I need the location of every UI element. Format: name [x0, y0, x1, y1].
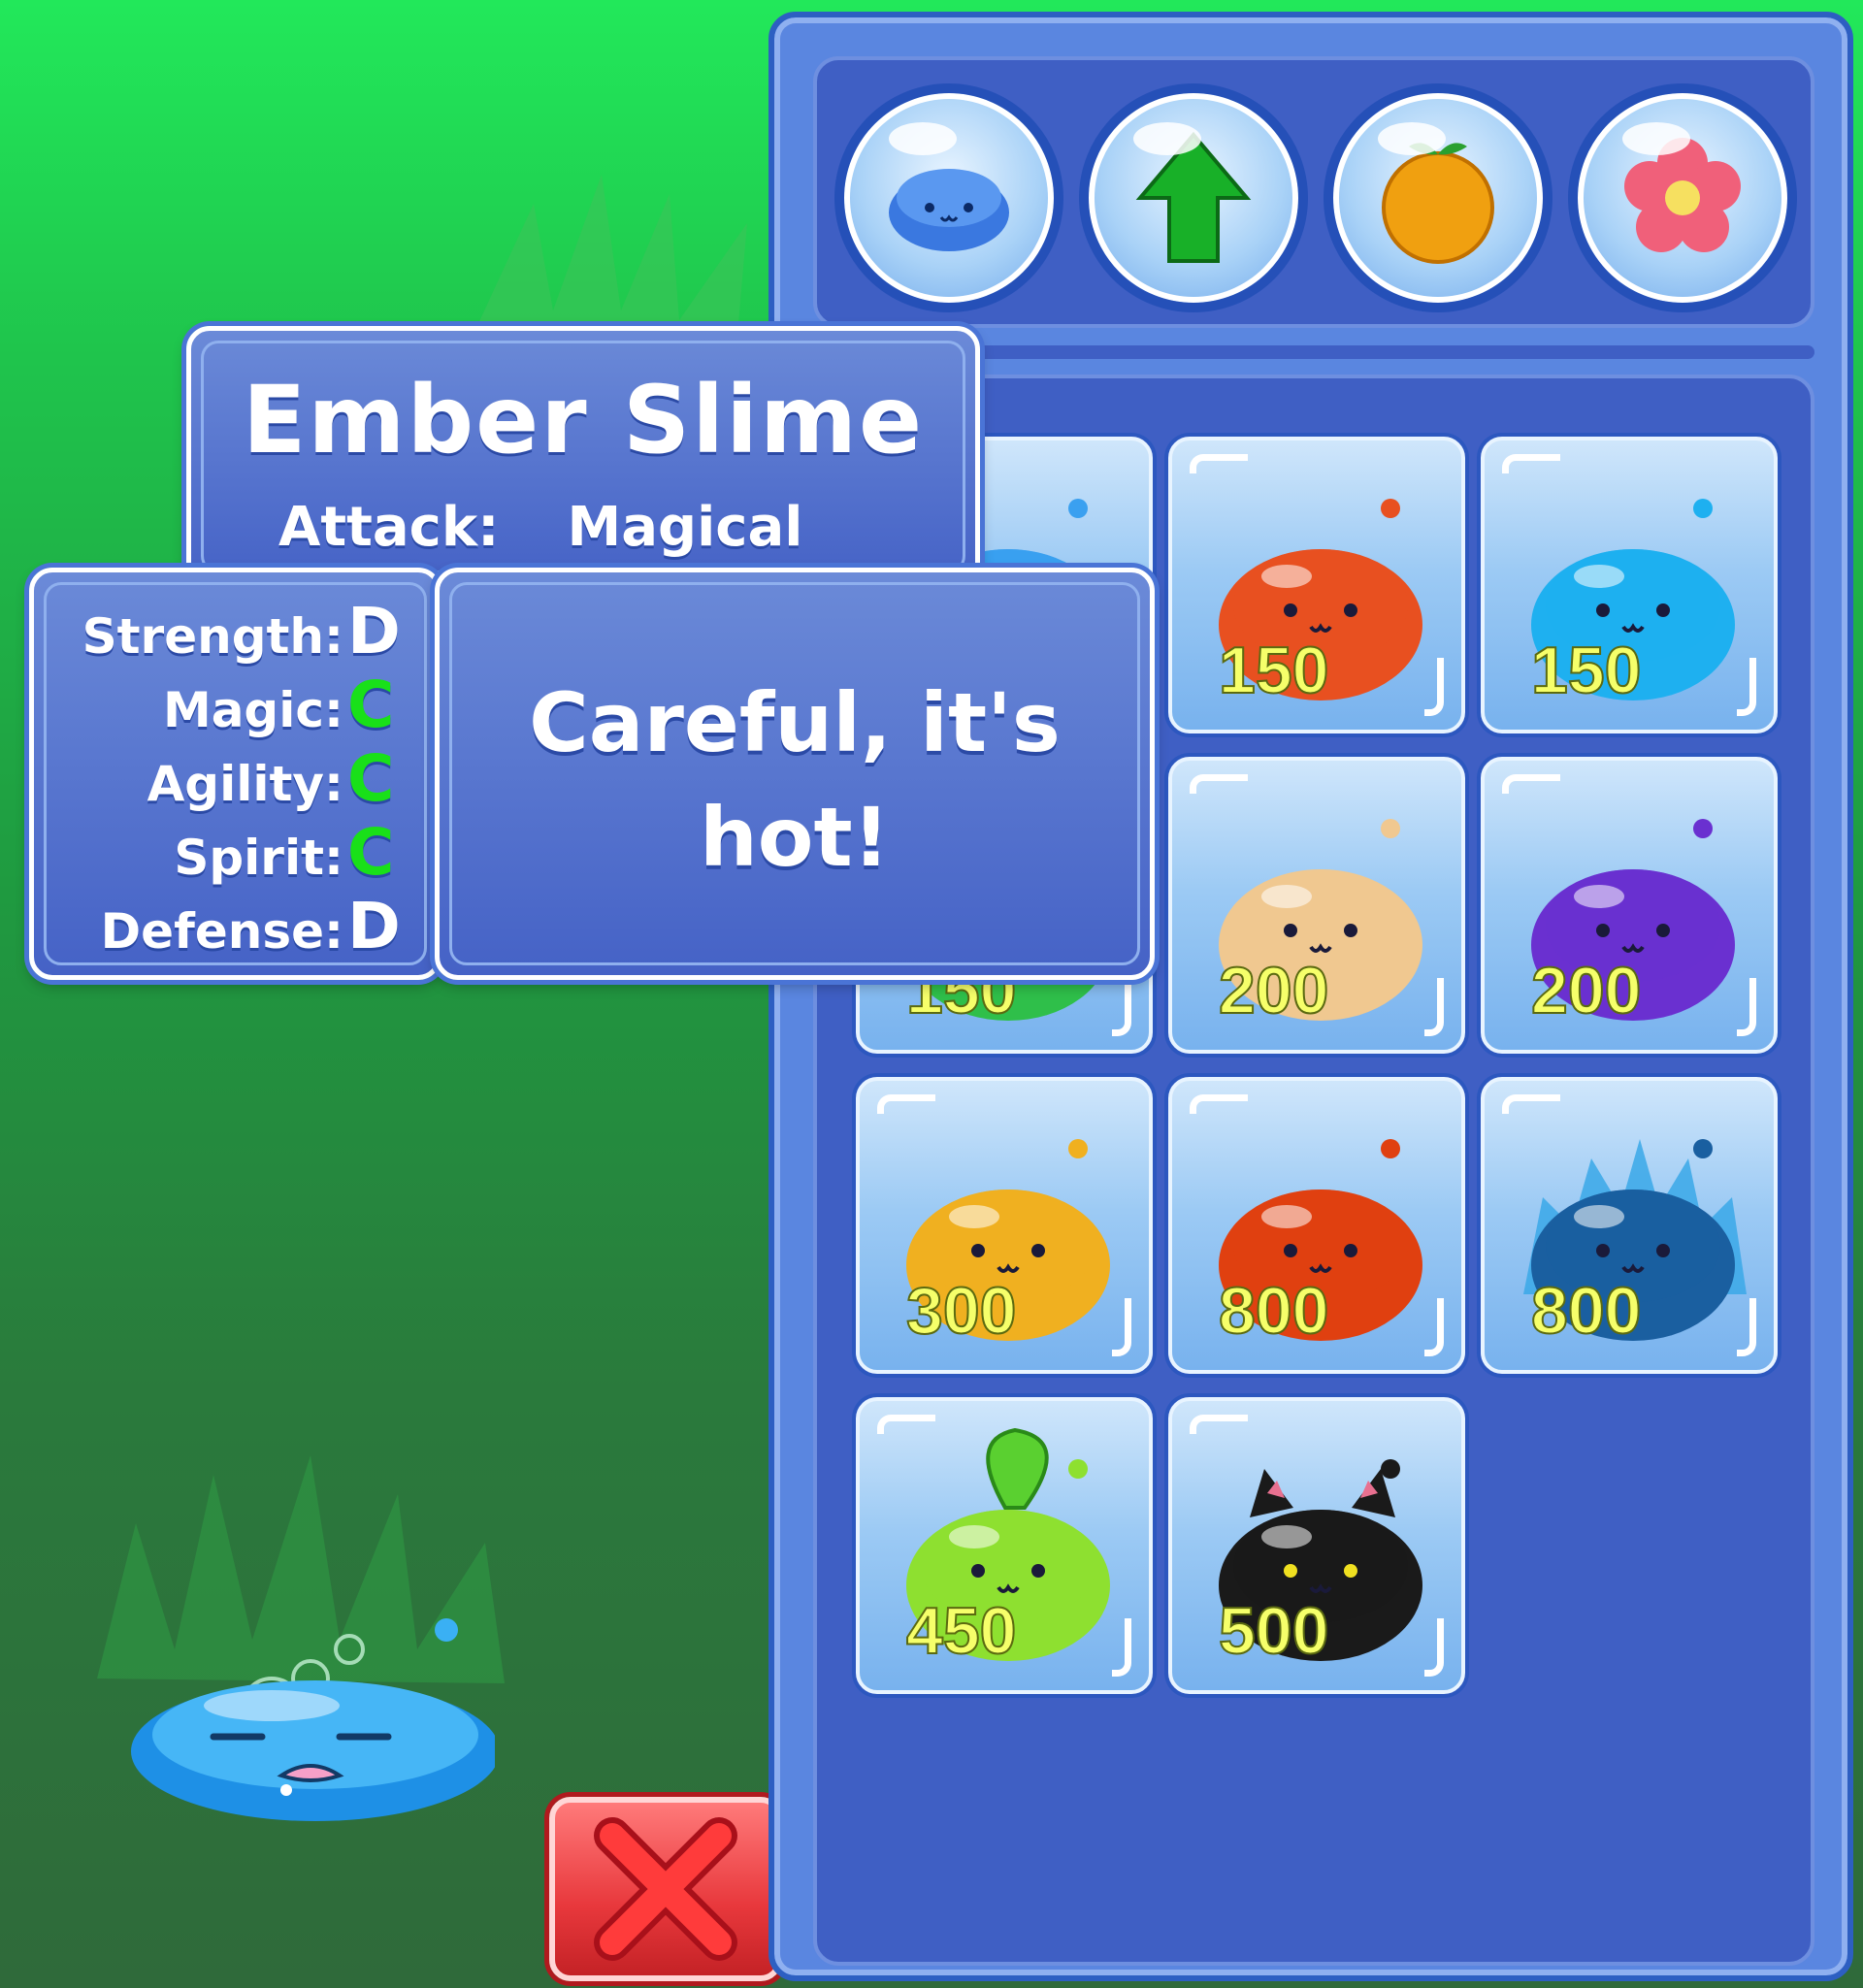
price-label: 800 — [1530, 1273, 1642, 1349]
tab-food[interactable] — [1324, 83, 1552, 312]
close-button[interactable] — [549, 1797, 782, 1981]
shop-item-ember-slime[interactable]: 150 — [1168, 437, 1465, 733]
attack-row: Attack: Magical — [278, 496, 870, 559]
stat-label: Magic: — [162, 682, 343, 738]
slime-quote: Careful, it's hot! — [529, 675, 1061, 885]
price-label: 500 — [1218, 1593, 1329, 1669]
stat-label: Defense: — [100, 903, 343, 960]
tab-upgrades[interactable] — [1079, 83, 1308, 312]
quote-panel: Careful, it's hot! — [435, 568, 1155, 980]
price-label: 800 — [1218, 1273, 1329, 1349]
category-tabs — [813, 56, 1814, 328]
shop-item-cat-slime[interactable]: 500 — [1168, 1397, 1465, 1694]
price-label: 300 — [905, 1273, 1017, 1349]
stat-grade: D — [347, 594, 401, 668]
stat-grade: C — [347, 815, 395, 890]
stat-row: Agility: C — [147, 741, 408, 816]
stats-panel: Strength: D Magic: C Agility: C Spirit: C Defens… — [29, 568, 441, 980]
slime-name-panel: Ember Slime Attack: Magical — [186, 326, 980, 588]
sleeping-slime[interactable] — [126, 1591, 495, 1834]
shop-item-bread-slime[interactable]: 200 — [1168, 757, 1465, 1054]
stat-row: Spirit: C — [174, 815, 408, 890]
close-icon — [594, 1817, 737, 1961]
price-label: 450 — [905, 1593, 1017, 1669]
stat-grade: C — [347, 741, 395, 816]
stat-label: Agility: — [147, 756, 343, 812]
stat-row: Strength: D — [82, 594, 408, 668]
shop-item-aqua-slime[interactable]: 150 — [1481, 437, 1778, 733]
price-label: 200 — [1218, 953, 1329, 1028]
shop-item-purple-slime[interactable]: 200 — [1481, 757, 1778, 1054]
grass-decoration — [475, 175, 747, 335]
tab-slimes[interactable] — [834, 83, 1063, 312]
stat-label: Spirit: — [174, 830, 343, 886]
stat-grade: D — [347, 889, 401, 963]
stat-label: Strength: — [82, 608, 343, 665]
shop-item-leaf-slime[interactable]: 450 — [856, 1397, 1153, 1694]
price-label: 150 — [1530, 633, 1642, 708]
shop-item-lava-slime[interactable]: 800 — [1168, 1077, 1465, 1374]
shop-panel: 150 150 150 200 200 300 800 800 450 500 — [768, 12, 1853, 1981]
attack-label: Attack: — [278, 496, 500, 559]
stat-row: Magic: C — [163, 668, 408, 742]
attack-value: Magical — [567, 496, 803, 559]
price-label: 150 — [1218, 633, 1329, 708]
stat-row: Defense: D — [101, 889, 408, 963]
shop-item-spiky-slime[interactable]: 800 — [1481, 1077, 1778, 1374]
shop-item-honey-slime[interactable]: 300 — [856, 1077, 1153, 1374]
slime-icon — [889, 169, 1009, 251]
stat-grade: C — [347, 668, 395, 742]
tab-decorations[interactable] — [1568, 83, 1797, 312]
price-label: 200 — [1530, 953, 1642, 1028]
slime-name: Ember Slime — [242, 366, 925, 474]
